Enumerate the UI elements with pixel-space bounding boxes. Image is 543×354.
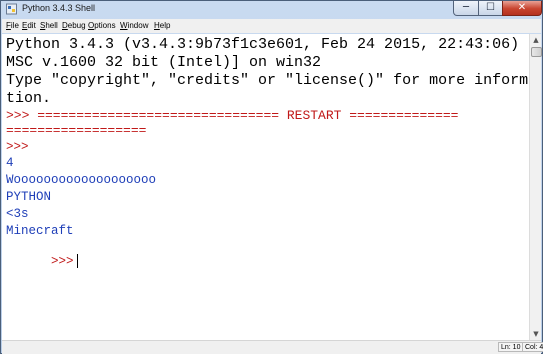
- idle-shell-window: Python 3.4.3 Shell ─ ☐ ✕ File Edit Shell…: [0, 0, 543, 354]
- scroll-down-icon[interactable]: ▼: [530, 328, 542, 340]
- menu-shell[interactable]: Shell: [40, 20, 58, 32]
- window-title: Python 3.4.3 Shell: [22, 3, 96, 13]
- banner-line: Python 3.4.3 (v3.4.3:9b73f1c3e601, Feb 2…: [6, 36, 529, 53]
- input-line[interactable]: >>>: [6, 240, 78, 282]
- python-icon: [6, 3, 17, 15]
- line-number: Ln: 10: [498, 342, 524, 352]
- text-cursor: [76, 254, 78, 268]
- minimize-button[interactable]: ─: [453, 1, 479, 16]
- banner-line: tion.: [6, 90, 52, 107]
- banner-line: MSC v.1600 32 bit (Intel)] on win32: [6, 54, 322, 71]
- maximize-button[interactable]: ☐: [478, 1, 503, 16]
- maximize-icon: ☐: [486, 2, 495, 13]
- vertical-scrollbar[interactable]: ▲ ▼: [529, 34, 542, 340]
- shell-prompt: >>>: [6, 140, 29, 154]
- menu-window[interactable]: Window: [120, 20, 148, 32]
- menu-debug[interactable]: Debug: [62, 20, 86, 32]
- banner-line: Type "copyright", "credits" or "license(…: [6, 72, 529, 89]
- restart-line: ==================: [6, 123, 147, 138]
- close-icon: ✕: [517, 2, 527, 13]
- menu-options[interactable]: Options: [88, 20, 116, 32]
- output-line: <3s: [6, 207, 29, 221]
- menu-file[interactable]: File: [6, 20, 19, 32]
- scroll-up-icon[interactable]: ▲: [530, 34, 542, 46]
- output-line: Wooooooooooooooooooo: [6, 173, 157, 187]
- output-line: 4: [6, 156, 14, 170]
- status-bar: Ln: 10 Col: 4: [2, 340, 543, 354]
- output-line: PYTHON: [6, 190, 52, 204]
- menu-bar: File Edit Shell Debug Options Window Hel…: [2, 19, 541, 33]
- restart-line: >>> =============================== REST…: [6, 108, 459, 123]
- column-number: Col: 4: [522, 342, 543, 352]
- minimize-icon: ─: [462, 2, 470, 13]
- scrollbar-thumb[interactable]: [531, 47, 542, 57]
- menu-help[interactable]: Help: [154, 20, 170, 32]
- shell-prompt: >>>: [51, 254, 74, 269]
- shell-text-area[interactable]: Python 3.4.3 (v3.4.3:9b73f1c3e601, Feb 2…: [2, 34, 529, 340]
- close-button[interactable]: ✕: [502, 1, 542, 16]
- menu-edit[interactable]: Edit: [22, 20, 36, 32]
- title-bar[interactable]: Python 3.4.3 Shell ─ ☐ ✕: [1, 1, 542, 18]
- output-line: Minecraft: [6, 224, 74, 238]
